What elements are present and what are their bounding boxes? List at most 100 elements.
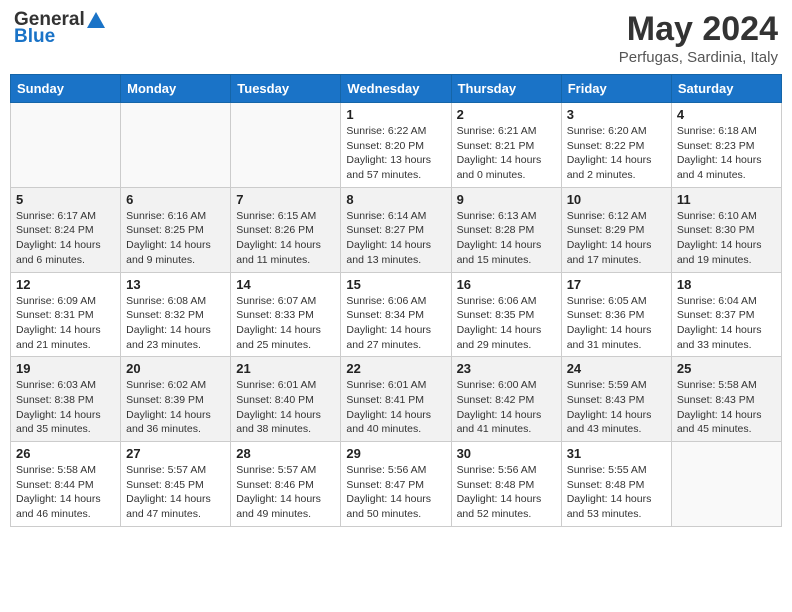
calendar-day-cell-24: 24Sunrise: 5:59 AMSunset: 8:43 PMDayligh… (561, 357, 671, 442)
calendar-day-cell-13: 13 Sunrise: 6:08 AMSunset: 8:32 PMDayligh… (121, 272, 231, 357)
calendar-day-cell-19: 19 Sunrise: 6:03 AMSunset: 8:38 PMDayligh… (11, 357, 121, 442)
calendar-day-cell-5: 5 Sunrise: 6:17 AMSunset: 8:24 PMDaylight… (11, 187, 121, 272)
day-info: Sunrise: 6:12 AMSunset: 8:29 PMDaylight:… (567, 209, 666, 268)
day-number: 13 (126, 277, 225, 292)
calendar-day-cell-9: 9 Sunrise: 6:13 AMSunset: 8:28 PMDaylight… (451, 187, 561, 272)
calendar-day-cell-15: 15 Sunrise: 6:06 AMSunset: 8:34 PMDayligh… (341, 272, 451, 357)
day-number: 23 (457, 361, 556, 376)
day-info: Sunrise: 6:09 AMSunset: 8:31 PMDaylight:… (16, 294, 115, 353)
calendar-header-wednesday: Wednesday (341, 75, 451, 103)
calendar-day-cell-20: 20 Sunrise: 6:02 AMSunset: 8:39 PMDayligh… (121, 357, 231, 442)
calendar-day-cell-29: 29 Sunrise: 5:56 AMSunset: 8:47 PMDayligh… (341, 442, 451, 527)
logo: General Blue (14, 10, 106, 46)
location-title: Perfugas, Sardinia, Italy (619, 49, 778, 66)
day-info: Sunrise: 6:06 AMSunset: 8:35 PMDaylight:… (457, 294, 556, 353)
logo-icon (86, 11, 106, 31)
day-info: Sunrise: 6:06 AMSunset: 8:34 PMDaylight:… (346, 294, 445, 353)
calendar-week-row-1: 1 Sunrise: 6:22 AMSunset: 8:20 PMDaylight… (11, 103, 782, 188)
day-info: Sunrise: 5:58 AMSunset: 8:43 PMDaylight:… (677, 378, 776, 437)
day-info: Sunrise: 6:03 AMSunset: 8:38 PMDaylight:… (16, 378, 115, 437)
day-info: Sunrise: 6:16 AMSunset: 8:25 PMDaylight:… (126, 209, 225, 268)
day-info: Sunrise: 6:14 AMSunset: 8:27 PMDaylight:… (346, 209, 445, 268)
day-number: 28 (236, 446, 335, 461)
day-info: Sunrise: 5:58 AMSunset: 8:44 PMDaylight:… (16, 463, 115, 522)
day-info: Sunrise: 6:05 AMSunset: 8:36 PMDaylight:… (567, 294, 666, 353)
calendar-empty-cell (11, 103, 121, 188)
day-number: 31 (567, 446, 666, 461)
day-number: 12 (16, 277, 115, 292)
day-number: 15 (346, 277, 445, 292)
calendar-header-saturday: Saturday (671, 75, 781, 103)
calendar-day-cell-11: 11Sunrise: 6:10 AMSunset: 8:30 PMDayligh… (671, 187, 781, 272)
day-info: Sunrise: 5:57 AMSunset: 8:46 PMDaylight:… (236, 463, 335, 522)
day-info: Sunrise: 6:07 AMSunset: 8:33 PMDaylight:… (236, 294, 335, 353)
calendar-header-monday: Monday (121, 75, 231, 103)
calendar-week-row-5: 26 Sunrise: 5:58 AMSunset: 8:44 PMDayligh… (11, 442, 782, 527)
day-info: Sunrise: 6:01 AMSunset: 8:40 PMDaylight:… (236, 378, 335, 437)
day-number: 19 (16, 361, 115, 376)
day-number: 18 (677, 277, 776, 292)
day-info: Sunrise: 6:02 AMSunset: 8:39 PMDaylight:… (126, 378, 225, 437)
day-number: 5 (16, 192, 115, 207)
day-number: 3 (567, 107, 666, 122)
day-number: 16 (457, 277, 556, 292)
day-number: 10 (567, 192, 666, 207)
day-info: Sunrise: 6:10 AMSunset: 8:30 PMDaylight:… (677, 209, 776, 268)
day-number: 20 (126, 361, 225, 376)
calendar-day-cell-21: 21 Sunrise: 6:01 AMSunset: 8:40 PMDayligh… (231, 357, 341, 442)
calendar-day-cell-25: 25 Sunrise: 5:58 AMSunset: 8:43 PMDayligh… (671, 357, 781, 442)
day-number: 4 (677, 107, 776, 122)
calendar-day-cell-2: 2 Sunrise: 6:21 AMSunset: 8:21 PMDaylight… (451, 103, 561, 188)
calendar-day-cell-1: 1 Sunrise: 6:22 AMSunset: 8:20 PMDaylight… (341, 103, 451, 188)
day-info: Sunrise: 6:08 AMSunset: 8:32 PMDaylight:… (126, 294, 225, 353)
day-info: Sunrise: 6:15 AMSunset: 8:26 PMDaylight:… (236, 209, 335, 268)
calendar-header-friday: Friday (561, 75, 671, 103)
day-info: Sunrise: 5:55 AMSunset: 8:48 PMDaylight:… (567, 463, 666, 522)
day-info: Sunrise: 6:13 AMSunset: 8:28 PMDaylight:… (457, 209, 556, 268)
calendar-day-cell-12: 12 Sunrise: 6:09 AMSunset: 8:31 PMDayligh… (11, 272, 121, 357)
calendar-day-cell-26: 26 Sunrise: 5:58 AMSunset: 8:44 PMDayligh… (11, 442, 121, 527)
day-info: Sunrise: 5:56 AMSunset: 8:47 PMDaylight:… (346, 463, 445, 522)
day-number: 22 (346, 361, 445, 376)
calendar-empty-cell (231, 103, 341, 188)
day-number: 24 (567, 361, 666, 376)
day-number: 6 (126, 192, 225, 207)
day-number: 27 (126, 446, 225, 461)
day-number: 21 (236, 361, 335, 376)
day-info: Sunrise: 6:04 AMSunset: 8:37 PMDaylight:… (677, 294, 776, 353)
calendar-day-cell-28: 28 Sunrise: 5:57 AMSunset: 8:46 PMDayligh… (231, 442, 341, 527)
calendar-header-sunday: Sunday (11, 75, 121, 103)
day-info: Sunrise: 6:21 AMSunset: 8:21 PMDaylight:… (457, 124, 556, 183)
day-number: 17 (567, 277, 666, 292)
calendar-day-cell-7: 7 Sunrise: 6:15 AMSunset: 8:26 PMDaylight… (231, 187, 341, 272)
day-info: Sunrise: 6:17 AMSunset: 8:24 PMDaylight:… (16, 209, 115, 268)
calendar-week-row-2: 5 Sunrise: 6:17 AMSunset: 8:24 PMDaylight… (11, 187, 782, 272)
calendar-day-cell-16: 16 Sunrise: 6:06 AMSunset: 8:35 PMDayligh… (451, 272, 561, 357)
title-section: May 2024 Perfugas, Sardinia, Italy (619, 10, 778, 66)
day-info: Sunrise: 6:22 AMSunset: 8:20 PMDaylight:… (346, 124, 445, 183)
day-info: Sunrise: 6:00 AMSunset: 8:42 PMDaylight:… (457, 378, 556, 437)
calendar-day-cell-17: 17 Sunrise: 6:05 AMSunset: 8:36 PMDayligh… (561, 272, 671, 357)
calendar-day-cell-22: 22Sunrise: 6:01 AMSunset: 8:41 PMDayligh… (341, 357, 451, 442)
month-title: May 2024 (619, 10, 778, 49)
calendar-day-cell-23: 23 Sunrise: 6:00 AMSunset: 8:42 PMDayligh… (451, 357, 561, 442)
day-number: 1 (346, 107, 445, 122)
calendar-day-cell-4: 4Sunrise: 6:18 AMSunset: 8:23 PMDaylight… (671, 103, 781, 188)
day-number: 8 (346, 192, 445, 207)
day-number: 26 (16, 446, 115, 461)
day-number: 30 (457, 446, 556, 461)
day-info: Sunrise: 6:20 AMSunset: 8:22 PMDaylight:… (567, 124, 666, 183)
day-info: Sunrise: 5:56 AMSunset: 8:48 PMDaylight:… (457, 463, 556, 522)
calendar-day-cell-30: 30 Sunrise: 5:56 AMSunset: 8:48 PMDayligh… (451, 442, 561, 527)
day-number: 9 (457, 192, 556, 207)
day-number: 29 (346, 446, 445, 461)
calendar-day-cell-27: 27Sunrise: 5:57 AMSunset: 8:45 PMDayligh… (121, 442, 231, 527)
day-number: 25 (677, 361, 776, 376)
calendar-day-cell-8: 8 Sunrise: 6:14 AMSunset: 8:27 PMDaylight… (341, 187, 451, 272)
day-number: 14 (236, 277, 335, 292)
calendar-day-cell-3: 3 Sunrise: 6:20 AMSunset: 8:22 PMDaylight… (561, 103, 671, 188)
calendar-table: SundayMondayTuesdayWednesdayThursdayFrid… (10, 74, 782, 527)
calendar-day-cell-18: 18 Sunrise: 6:04 AMSunset: 8:37 PMDayligh… (671, 272, 781, 357)
day-number: 7 (236, 192, 335, 207)
day-number: 2 (457, 107, 556, 122)
